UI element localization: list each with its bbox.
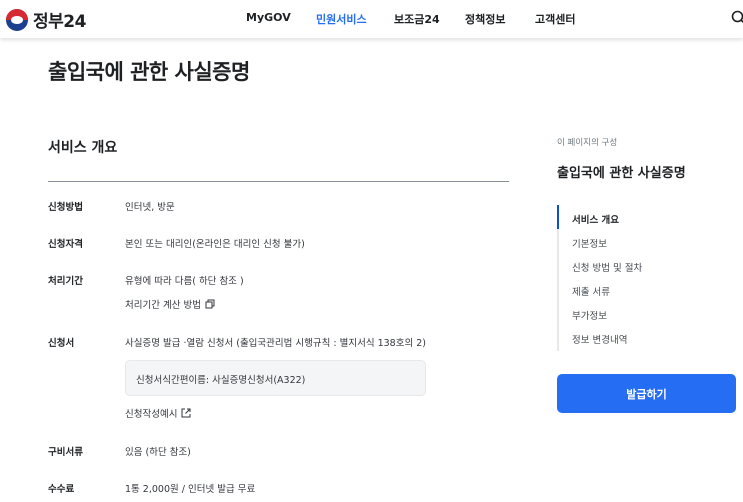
toc-title: 출입국에 관한 사실증명 xyxy=(557,166,686,181)
period-value: 유형에 따라 다름( 하단 참조 ) xyxy=(125,276,244,287)
form-example-link-label: 신청작성예시 xyxy=(125,409,178,420)
nav-item-civil-service[interactable]: 민원서비스 xyxy=(316,11,367,27)
copy-icon xyxy=(205,299,215,309)
apply-button[interactable]: 발급하기 xyxy=(557,374,736,413)
fee-label: 수수료 xyxy=(48,484,75,495)
toc-caption: 이 페이지의 구성 xyxy=(557,138,618,148)
toc-item-change-history[interactable]: 정보 변경내역 xyxy=(572,332,627,346)
external-link-icon xyxy=(181,408,191,418)
toc-item-documents[interactable]: 제출 서류 xyxy=(572,284,610,298)
method-label: 신청방법 xyxy=(48,202,83,213)
search-icon[interactable] xyxy=(731,10,743,26)
period-calc-link-label: 처리기간 계산 방법 xyxy=(125,300,201,311)
logo-text: 정부24 xyxy=(33,12,86,32)
eligibility-label: 신청자격 xyxy=(48,239,83,250)
eligibility-value: 본인 또는 대리인(온라인은 대리인 신청 불가) xyxy=(125,239,305,250)
site-logo[interactable]: 정부24 xyxy=(6,7,86,32)
taegeuk-logo-icon xyxy=(6,8,28,31)
method-value: 인터넷, 방문 xyxy=(125,202,175,213)
form-value: 사실증명 발급 ·열람 신청서 (출입국관리법 시행규칙 : 별지서식 138호… xyxy=(125,338,426,349)
nav-item-subsidy[interactable]: 보조금24 xyxy=(394,11,440,27)
section-title-overview: 서비스 개요 xyxy=(48,140,118,156)
nav-item-customer-center[interactable]: 고객센터 xyxy=(535,11,575,27)
page-title: 출입국에 관한 사실증명 xyxy=(48,60,250,84)
form-example-link[interactable]: 신청작성예시 xyxy=(125,406,191,420)
nav-item-mygov[interactable]: MyGOV xyxy=(246,11,291,24)
toc-item-overview[interactable]: 서비스 개요 xyxy=(572,212,619,226)
nav-item-policy[interactable]: 정책정보 xyxy=(465,11,505,27)
documents-label: 구비서류 xyxy=(48,447,83,458)
toc-item-procedure[interactable]: 신청 방법 및 절차 xyxy=(572,260,642,274)
toc-item-basic-info[interactable]: 기본정보 xyxy=(572,236,607,250)
section-divider xyxy=(48,181,509,182)
form-label: 신청서 xyxy=(48,338,75,349)
toc-active-indicator xyxy=(557,205,559,229)
documents-value: 있음 (하단 참조) xyxy=(125,447,191,458)
toc-item-additional-info[interactable]: 부가정보 xyxy=(572,308,607,322)
period-calc-link[interactable]: 처리기간 계산 방법 xyxy=(125,297,215,311)
period-label: 처리기간 xyxy=(48,276,83,287)
site-header: 정부24 MyGOV 민원서비스 보조금24 정책정보 고객센터 xyxy=(0,0,743,38)
form-info-box: 신청서식간편이름: 사실증명신청서(A322) xyxy=(125,360,426,396)
toc-list: 서비스 개요 기본정보 신청 방법 및 절차 제출 서류 부가정보 정보 변경내… xyxy=(557,205,737,351)
fee-value: 1통 2,000원 / 인터넷 발급 무료 xyxy=(125,484,256,495)
form-short-name: 신청서식간편이름: 사실증명신청서(A322) xyxy=(136,375,306,386)
